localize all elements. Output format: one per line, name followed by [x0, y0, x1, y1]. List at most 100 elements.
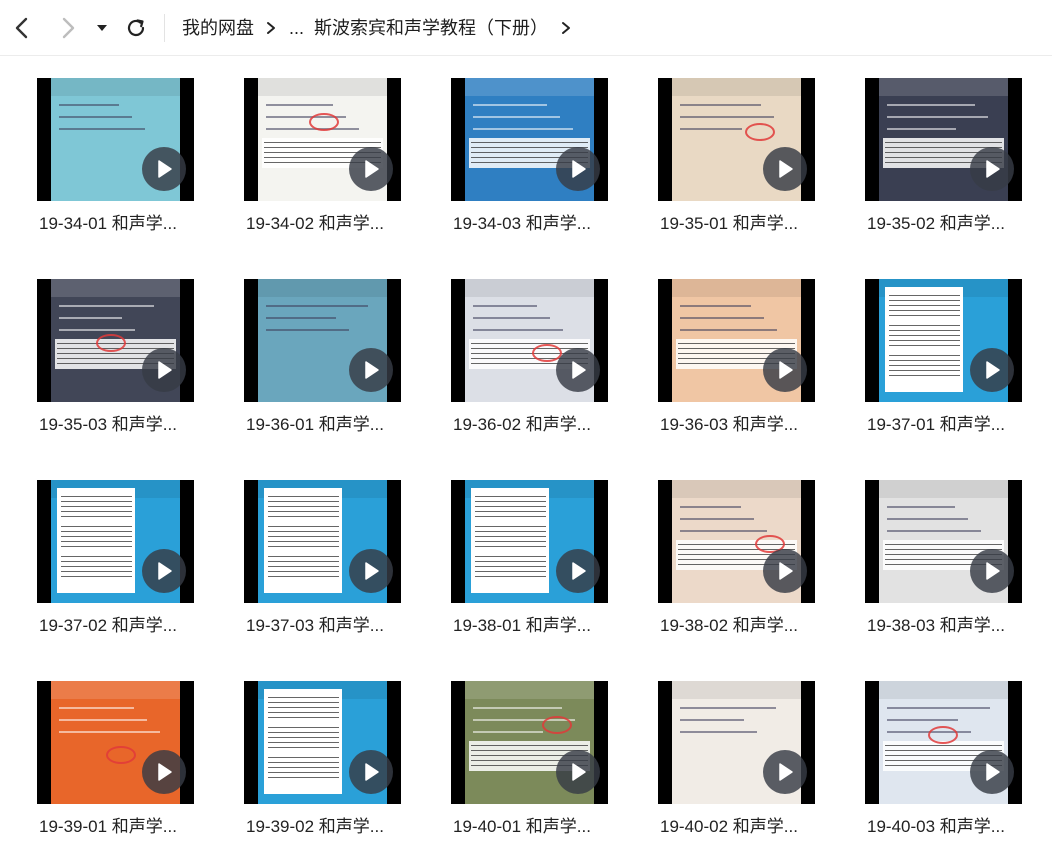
video-item[interactable]: 19-34-03 和声学...	[451, 78, 608, 253]
video-item[interactable]: 19-39-01 和声学...	[37, 681, 194, 856]
video-item[interactable]: 19-35-01 和声学...	[658, 78, 815, 253]
video-thumbnail[interactable]	[865, 78, 1022, 201]
video-title[interactable]: 19-34-02 和声学...	[246, 212, 384, 236]
video-item[interactable]: 19-38-01 和声学...	[451, 480, 608, 655]
video-item[interactable]: 19-37-01 和声学...	[865, 279, 1022, 454]
video-title[interactable]: 19-40-02 和声学...	[660, 815, 798, 839]
video-title[interactable]: 19-35-01 和声学...	[660, 212, 798, 236]
slide-text-line	[473, 731, 543, 733]
video-title[interactable]: 19-34-01 和声学...	[39, 212, 177, 236]
video-thumbnail[interactable]	[658, 681, 815, 804]
play-button[interactable]	[763, 549, 807, 593]
play-button[interactable]	[763, 348, 807, 392]
play-button[interactable]	[349, 549, 393, 593]
video-title[interactable]: 19-40-01 和声学...	[453, 815, 591, 839]
video-title[interactable]: 19-37-03 和声学...	[246, 614, 384, 638]
video-item[interactable]: 19-35-03 和声学...	[37, 279, 194, 454]
play-button[interactable]	[556, 348, 600, 392]
play-button[interactable]	[142, 549, 186, 593]
video-thumbnail[interactable]	[451, 78, 608, 201]
play-icon	[572, 763, 586, 781]
video-thumbnail[interactable]	[244, 78, 401, 201]
video-thumbnail[interactable]	[37, 279, 194, 402]
video-item[interactable]: 19-34-02 和声学...	[244, 78, 401, 253]
video-title[interactable]: 19-40-03 和声学...	[867, 815, 1005, 839]
video-item[interactable]: 19-36-03 和声学...	[658, 279, 815, 454]
play-icon	[779, 763, 793, 781]
forward-button[interactable]	[54, 14, 82, 42]
slide-text-line	[59, 731, 160, 733]
breadcrumb-ellipsis[interactable]: ...	[289, 15, 304, 41]
video-thumbnail[interactable]	[37, 480, 194, 603]
video-title[interactable]: 19-38-02 和声学...	[660, 614, 798, 638]
play-button[interactable]	[556, 549, 600, 593]
play-button[interactable]	[970, 348, 1014, 392]
video-thumbnail[interactable]	[865, 681, 1022, 804]
video-item[interactable]: 19-34-01 和声学...	[37, 78, 194, 253]
play-button[interactable]	[970, 147, 1014, 191]
video-thumbnail[interactable]	[37, 681, 194, 804]
play-button[interactable]	[349, 750, 393, 794]
video-item[interactable]: 19-38-03 和声学...	[865, 480, 1022, 655]
video-title[interactable]: 19-35-02 和声学...	[867, 212, 1005, 236]
refresh-button[interactable]	[122, 14, 150, 42]
slide-text-line	[887, 719, 958, 721]
video-title[interactable]: 19-36-03 和声学...	[660, 413, 798, 437]
slide-text-line	[680, 104, 761, 106]
video-thumbnail[interactable]	[451, 279, 608, 402]
slide-header	[258, 279, 387, 297]
video-thumbnail[interactable]	[658, 279, 815, 402]
video-title[interactable]: 19-35-03 和声学...	[39, 413, 177, 437]
video-title[interactable]: 19-38-01 和声学...	[453, 614, 591, 638]
video-thumbnail[interactable]	[37, 78, 194, 201]
video-title[interactable]: 19-37-01 和声学...	[867, 413, 1005, 437]
video-thumbnail[interactable]	[658, 78, 815, 201]
video-item[interactable]: 19-40-01 和声学...	[451, 681, 608, 856]
video-item[interactable]: 19-37-02 和声学...	[37, 480, 194, 655]
back-button[interactable]	[8, 14, 36, 42]
slide-text-line	[680, 116, 774, 118]
play-button[interactable]	[970, 549, 1014, 593]
slide-header	[51, 279, 180, 297]
video-thumbnail[interactable]	[244, 279, 401, 402]
play-button[interactable]	[142, 348, 186, 392]
play-button[interactable]	[349, 348, 393, 392]
video-thumbnail[interactable]	[451, 681, 608, 804]
video-thumbnail[interactable]	[658, 480, 815, 603]
video-item[interactable]: 19-38-02 和声学...	[658, 480, 815, 655]
video-item[interactable]: 19-35-02 和声学...	[865, 78, 1022, 253]
video-thumbnail[interactable]	[244, 681, 401, 804]
play-button[interactable]	[349, 147, 393, 191]
video-item[interactable]: 19-37-03 和声学...	[244, 480, 401, 655]
video-title[interactable]: 19-38-03 和声学...	[867, 614, 1005, 638]
breadcrumb-expand-icon[interactable]	[559, 18, 573, 38]
play-button[interactable]	[763, 750, 807, 794]
video-title[interactable]: 19-34-03 和声学...	[453, 212, 591, 236]
video-item[interactable]: 19-36-01 和声学...	[244, 279, 401, 454]
video-item[interactable]: 19-36-02 和声学...	[451, 279, 608, 454]
video-thumbnail[interactable]	[865, 480, 1022, 603]
video-item[interactable]: 19-39-02 和声学...	[244, 681, 401, 856]
play-button[interactable]	[142, 147, 186, 191]
breadcrumb-root[interactable]: 我的网盘	[182, 15, 254, 41]
video-item[interactable]: 19-40-02 和声学...	[658, 681, 815, 856]
play-button[interactable]	[556, 750, 600, 794]
slide-header	[672, 480, 801, 498]
video-thumbnail[interactable]	[451, 480, 608, 603]
play-button[interactable]	[970, 750, 1014, 794]
history-dropdown-button[interactable]	[90, 14, 114, 42]
slide-header	[879, 480, 1008, 498]
video-thumbnail[interactable]	[865, 279, 1022, 402]
video-title[interactable]: 19-36-02 和声学...	[453, 413, 591, 437]
video-item[interactable]: 19-40-03 和声学...	[865, 681, 1022, 856]
slide-text-line	[59, 719, 147, 721]
video-title[interactable]: 19-39-01 和声学...	[39, 815, 177, 839]
video-title[interactable]: 19-36-01 和声学...	[246, 413, 384, 437]
video-thumbnail[interactable]	[244, 480, 401, 603]
video-title[interactable]: 19-39-02 和声学...	[246, 815, 384, 839]
slide-text-line	[266, 317, 336, 319]
video-title[interactable]: 19-37-02 和声学...	[39, 614, 177, 638]
play-button[interactable]	[142, 750, 186, 794]
play-button[interactable]	[763, 147, 807, 191]
play-button[interactable]	[556, 147, 600, 191]
